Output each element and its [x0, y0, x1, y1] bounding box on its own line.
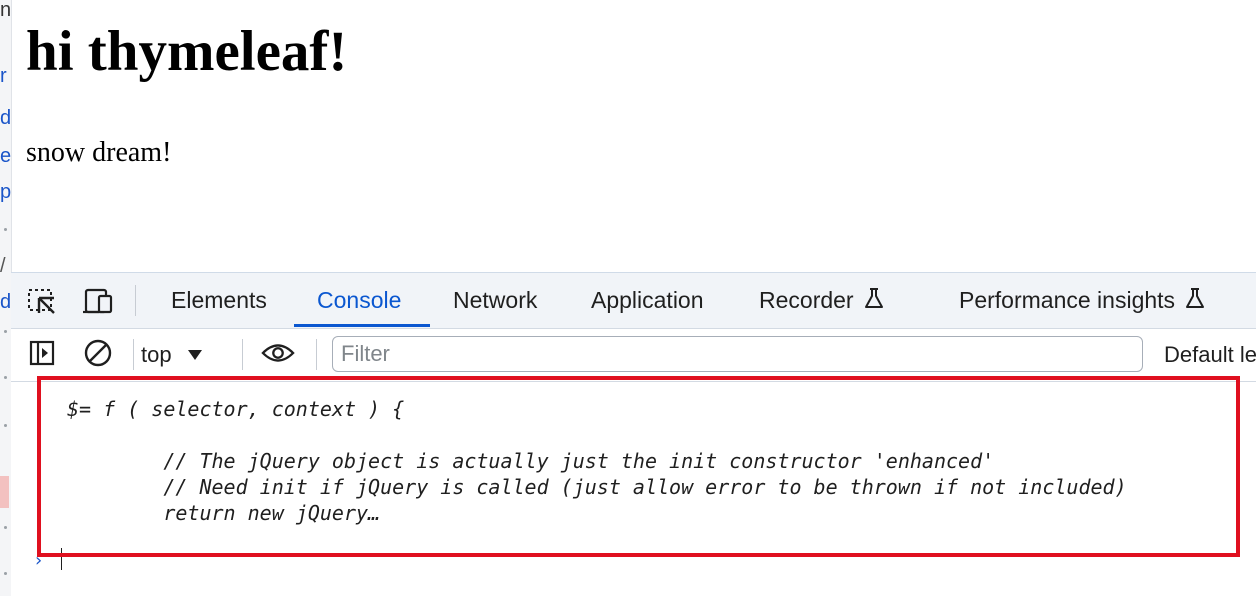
tab-label: Performance insights [959, 287, 1176, 313]
chevron-down-icon [187, 350, 202, 360]
edge-char: e [0, 146, 11, 166]
log-levels-dropdown[interactable]: Default le [1164, 339, 1256, 371]
device-toolbar-icon[interactable] [81, 287, 115, 315]
tab-label: Network [453, 287, 538, 313]
edge-marker [0, 476, 9, 508]
edge-char: d [0, 108, 11, 128]
inspect-element-icon[interactable] [25, 287, 59, 315]
console-output: $= f ( selector, context ) { // The jQue… [11, 382, 1256, 597]
edge-char: p [0, 182, 11, 202]
tab-elements[interactable]: Elements [171, 273, 267, 328]
tab-label: Application [591, 287, 704, 313]
console-input-caret[interactable] [61, 548, 62, 570]
toolbar-divider [133, 339, 134, 370]
edge-dot [4, 376, 7, 379]
context-selector[interactable]: top [141, 339, 202, 371]
log-levels-label: Default le [1164, 342, 1256, 367]
active-tab-indicator [294, 324, 430, 327]
edge-char: r [0, 66, 7, 86]
context-value: top [141, 342, 172, 367]
console-toolbar: top Default le [11, 329, 1256, 382]
toolbar-divider [135, 285, 136, 316]
console-function-preview[interactable]: $= f ( selector, context ) { // The jQue… [67, 396, 1127, 526]
code-line: $= f ( selector, context ) { [67, 397, 405, 421]
clear-console-icon[interactable] [81, 339, 115, 367]
tab-label: Elements [171, 287, 267, 313]
code-line: // Need init if jQuery is called (just a… [67, 475, 1127, 499]
tab-network[interactable]: Network [453, 273, 537, 328]
tab-label: Recorder [759, 287, 854, 313]
edge-char: d [0, 292, 11, 312]
tab-recorder[interactable]: Recorder [759, 273, 884, 328]
code-line: // The jQuery object is actually just th… [67, 449, 995, 473]
flask-icon [1185, 287, 1205, 315]
tab-console[interactable]: Console [317, 273, 401, 328]
sidebar-toggle-icon[interactable] [25, 339, 59, 367]
console-prompt-icon: › [33, 550, 44, 571]
page-text: snow dream! [26, 137, 172, 168]
page-heading: hi thymeleaf! [26, 20, 348, 83]
edge-dot [4, 572, 7, 575]
flask-icon [864, 287, 884, 315]
live-expression-eye-icon[interactable] [261, 339, 295, 367]
filter-input[interactable] [332, 336, 1143, 372]
tab-application[interactable]: Application [591, 273, 704, 328]
edge-dot [4, 330, 7, 333]
tab-label: Console [317, 287, 402, 313]
toolbar-divider [316, 339, 317, 370]
code-line: return new jQuery… [67, 501, 381, 525]
devtools-panel: Elements Console Network Application Rec… [11, 272, 1256, 597]
edge-dot [4, 526, 7, 529]
edge-char: / [0, 256, 6, 276]
edge-char: n [0, 0, 11, 20]
tab-performance-insights[interactable]: Performance insights [959, 273, 1205, 328]
edge-dot [4, 424, 7, 427]
toolbar-divider [242, 339, 243, 370]
devtools-tabbar: Elements Console Network Application Rec… [11, 273, 1256, 329]
edge-dot [4, 228, 7, 231]
